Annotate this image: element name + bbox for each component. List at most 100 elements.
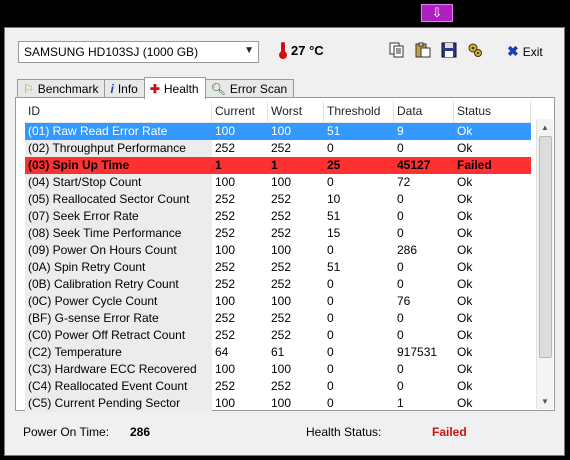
cell-status: Ok [457, 362, 473, 376]
cell-id: (08) Seek Time Performance [25, 225, 212, 242]
cell-worst: 100 [271, 294, 292, 308]
cell-status: Ok [457, 379, 473, 393]
cell-current: 252 [215, 209, 236, 223]
save-icon[interactable] [440, 41, 458, 59]
cell-data: 917531 [397, 345, 438, 359]
cell-worst: 100 [268, 123, 324, 140]
cell-current: 64 [215, 345, 229, 359]
table-row[interactable]: (C2) Temperature 64 61 0 917531 Ok [25, 344, 531, 361]
close-icon: ✖ [507, 43, 519, 59]
cell-data: 0 [397, 379, 404, 393]
health-panel: ID Current Worst Threshold Data Status (… [15, 97, 555, 412]
cell-data: 0 [397, 192, 404, 206]
cell-id: (0C) Power Cycle Count [25, 293, 212, 310]
table-row[interactable]: (08) Seek Time Performance 252 252 15 0 … [25, 225, 531, 242]
cell-worst: 252 [271, 192, 292, 206]
cell-current: 100 [215, 243, 236, 257]
cell-worst: 252 [271, 277, 292, 291]
options-icon[interactable] [466, 41, 484, 59]
tab-health[interactable]: ✚ Health [143, 77, 206, 99]
table-row[interactable]: (03) Spin Up Time 1 1 25 45127 Failed [25, 157, 531, 174]
copy-icon[interactable] [388, 41, 406, 59]
paste-icon[interactable] [414, 41, 432, 59]
table-row[interactable]: (0C) Power Cycle Count 100 100 0 76 Ok [25, 293, 531, 310]
cell-status: Ok [457, 192, 473, 206]
cell-data: 76 [397, 294, 411, 308]
cell-data: 0 [397, 209, 404, 223]
table-row[interactable]: (0B) Calibration Retry Count 252 252 0 0… [25, 276, 531, 293]
cell-worst: 100 [271, 396, 292, 410]
table-row[interactable]: (C4) Reallocated Event Count 252 252 0 0… [25, 378, 531, 395]
cell-id: (02) Throughput Performance [25, 140, 212, 157]
tab-error-scan[interactable]: 🔍︎ Error Scan [204, 79, 295, 98]
scroll-up-icon[interactable]: ▲ [537, 119, 553, 135]
tab-info[interactable]: i Info [104, 79, 145, 98]
scroll-down-icon[interactable]: ▼ [537, 393, 553, 409]
table-row[interactable]: (09) Power On Hours Count 100 100 0 286 … [25, 242, 531, 259]
column-header-data[interactable]: Data [394, 101, 454, 122]
cell-data: 1 [397, 396, 404, 410]
cell-worst: 100 [271, 362, 292, 376]
tab-bar: ⚐ Benchmark i Info ✚ Health 🔍︎ Error Sca… [17, 77, 295, 99]
cell-id: (01) Raw Read Error Rate [25, 123, 212, 140]
power-on-time-label: Power On Time: [23, 425, 110, 439]
column-header-status[interactable]: Status [454, 101, 531, 122]
table-row[interactable]: (C5) Current Pending Sector 100 100 0 1 … [25, 395, 531, 412]
cell-worst: 100 [271, 175, 292, 189]
cell-threshold: 51 [324, 123, 394, 140]
vertical-scrollbar[interactable]: ▲ ▼ [536, 119, 553, 409]
table-row[interactable]: (07) Seek Error Rate 252 252 51 0 Ok [25, 208, 531, 225]
cell-threshold: 0 [327, 294, 334, 308]
cell-status: Ok [457, 345, 473, 359]
table-row[interactable]: (BF) G-sense Error Rate 252 252 0 0 Ok [25, 310, 531, 327]
cell-data: 0 [397, 277, 404, 291]
chevron-down-icon[interactable]: ▼ [244, 45, 254, 56]
table-row[interactable]: (C3) Hardware ECC Recovered 100 100 0 0 … [25, 361, 531, 378]
cell-status: Ok [457, 243, 473, 257]
cell-worst: 1 [268, 157, 324, 174]
tab-benchmark[interactable]: ⚐ Benchmark [17, 79, 106, 98]
download-button[interactable]: ⇩ [421, 4, 453, 22]
table-row[interactable]: (C0) Power Off Retract Count 252 252 0 0… [25, 327, 531, 344]
table-header: ID Current Worst Threshold Data Status [25, 101, 531, 123]
table-row[interactable]: (04) Start/Stop Count 100 100 0 72 Ok [25, 174, 531, 191]
cell-status: Ok [457, 260, 473, 274]
cell-threshold: 0 [327, 396, 334, 410]
cell-status: Failed [454, 157, 531, 174]
cell-id: (05) Reallocated Sector Count [25, 191, 212, 208]
cell-threshold: 0 [327, 175, 334, 189]
cell-worst: 252 [271, 328, 292, 342]
exit-button[interactable]: ✖ Exit [507, 43, 543, 60]
cell-worst: 252 [271, 311, 292, 325]
tab-label: Info [117, 82, 138, 96]
cell-current: 100 [215, 396, 236, 410]
cell-data: 0 [397, 311, 404, 325]
cell-current: 252 [215, 192, 236, 206]
table-row[interactable]: (0A) Spin Retry Count 252 252 51 0 Ok [25, 259, 531, 276]
cell-threshold: 0 [327, 311, 334, 325]
cell-data: 45127 [394, 157, 454, 174]
tab-label: Benchmark [37, 82, 99, 96]
column-header-threshold[interactable]: Threshold [324, 101, 394, 122]
column-header-worst[interactable]: Worst [268, 101, 324, 122]
table-row[interactable]: (01) Raw Read Error Rate 100 100 51 9 Ok [25, 123, 531, 140]
cell-id: (C3) Hardware ECC Recovered [25, 361, 212, 378]
smart-table: ID Current Worst Threshold Data Status (… [25, 101, 531, 412]
drive-select[interactable]: SAMSUNG HD103SJ (1000 GB) ▼ [18, 41, 259, 63]
cell-id: (0A) Spin Retry Count [25, 259, 212, 276]
cell-threshold: 51 [327, 209, 341, 223]
cell-status: Ok [457, 226, 473, 240]
column-header-id[interactable]: ID [25, 101, 212, 122]
cell-data: 286 [397, 243, 418, 257]
cell-id: (C4) Reallocated Event Count [25, 378, 212, 395]
scrollbar-thumb[interactable] [539, 136, 552, 358]
table-row[interactable]: (05) Reallocated Sector Count 252 252 10… [25, 191, 531, 208]
cell-id: (04) Start/Stop Count [25, 174, 212, 191]
column-header-current[interactable]: Current [212, 101, 268, 122]
cell-id: (BF) G-sense Error Rate [25, 310, 212, 327]
tab-label: Health [163, 81, 199, 96]
cell-status: Ok [457, 294, 473, 308]
cell-current: 1 [212, 157, 268, 174]
cell-worst: 61 [271, 345, 285, 359]
table-row[interactable]: (02) Throughput Performance 252 252 0 0 … [25, 140, 531, 157]
